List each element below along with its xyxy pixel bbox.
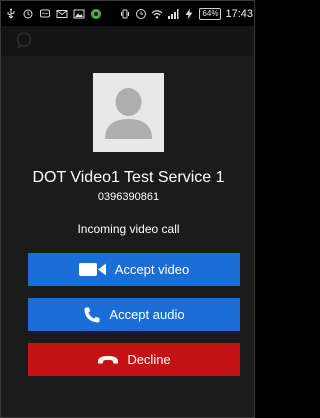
decline-label: Decline [127, 352, 171, 367]
contact-avatar [93, 73, 164, 152]
email-icon [56, 8, 68, 20]
app-notification-icon [90, 8, 102, 20]
person-silhouette-icon [93, 73, 164, 152]
image-icon [73, 8, 85, 20]
notification-icons [5, 8, 102, 20]
hang-up-icon [97, 354, 119, 365]
caller-name: DOT Video1 Test Service 1 [32, 169, 225, 186]
call-status-text: Incoming video call [77, 222, 180, 236]
vibrate-icon [119, 8, 131, 20]
accept-video-label: Accept video [114, 262, 190, 277]
accept-audio-button[interactable]: Accept audio [28, 298, 240, 331]
incoming-call-screen: 64% 17:43 DOT Video1 Test Service 1 0396… [0, 0, 255, 418]
chat-bubble-icon [15, 31, 33, 50]
decline-button[interactable]: Decline [28, 343, 240, 376]
caller-number: 0396390861 [97, 191, 160, 203]
signal-icon [167, 8, 179, 20]
usb-icon [5, 8, 17, 20]
accept-audio-label: Accept audio [109, 307, 185, 322]
alarm-icon [22, 8, 34, 20]
status-time: 17:43 [225, 7, 253, 20]
message-icon [39, 8, 51, 20]
video-camera-icon [78, 262, 107, 277]
charging-icon [183, 8, 195, 20]
clock-icon [135, 8, 147, 20]
system-status-icons: 64% 17:43 [119, 7, 253, 20]
status-bar: 64% 17:43 [1, 1, 254, 26]
wifi-icon [151, 8, 163, 20]
app-header [1, 26, 254, 56]
phone-handset-icon [83, 306, 101, 324]
battery-indicator: 64% [199, 7, 222, 20]
accept-video-button[interactable]: Accept video [28, 253, 240, 286]
